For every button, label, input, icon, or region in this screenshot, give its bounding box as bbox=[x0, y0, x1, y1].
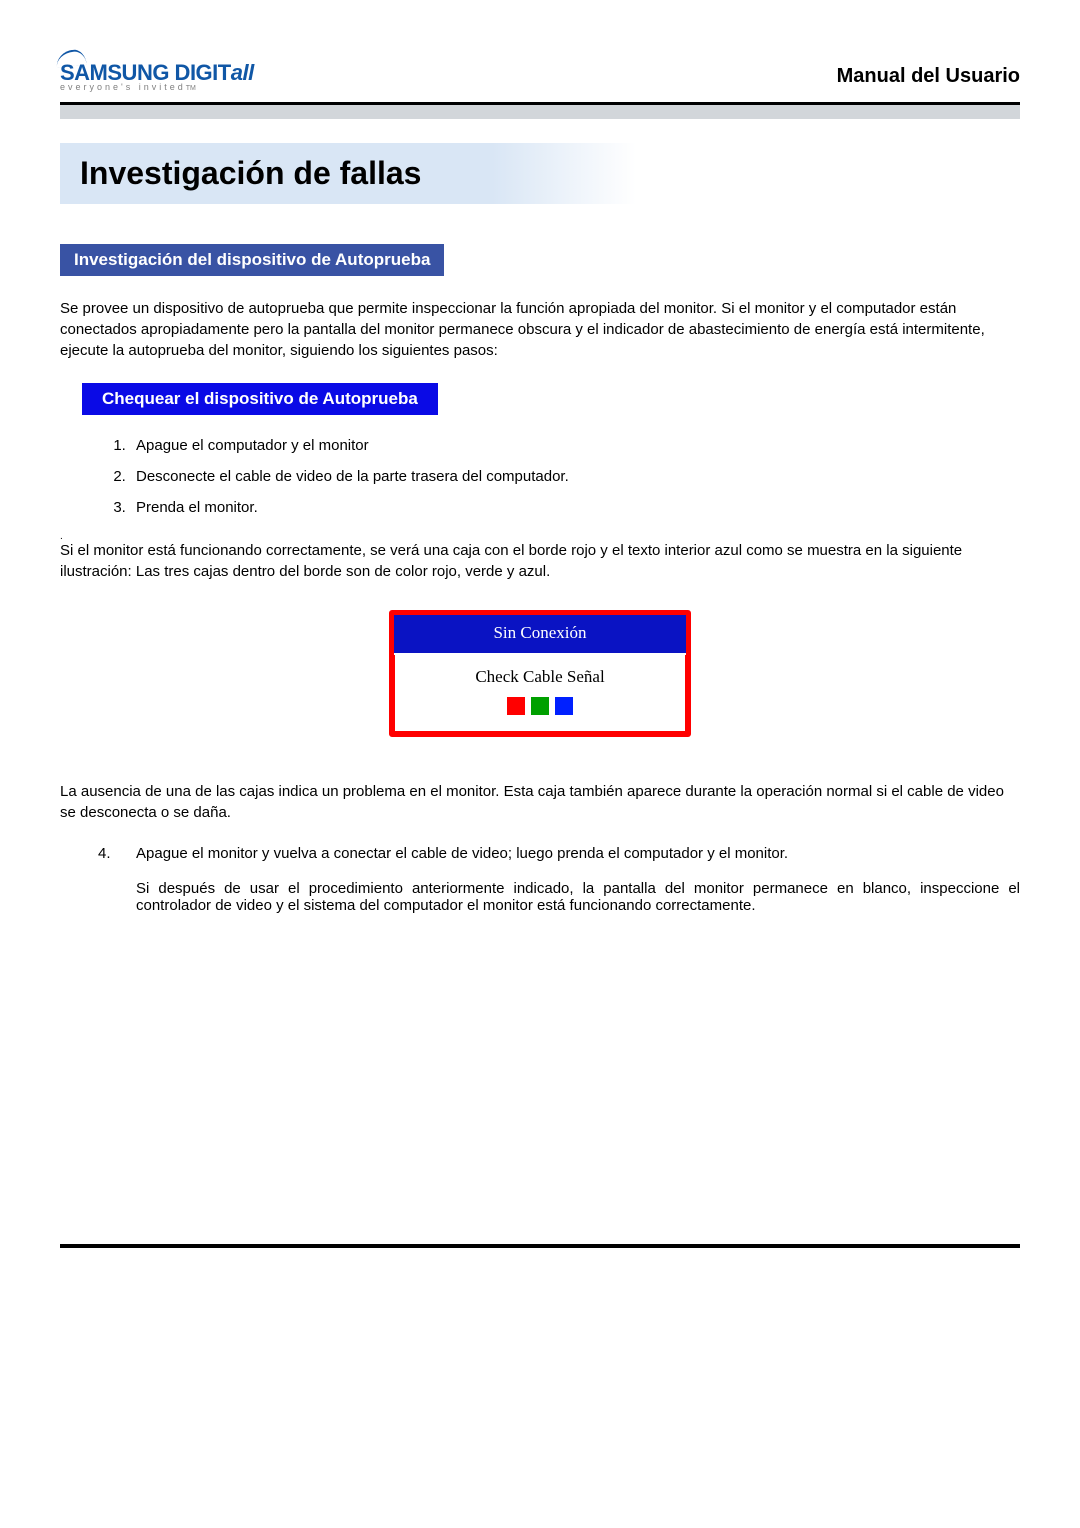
illustration-title: Sin Conexión bbox=[394, 615, 686, 655]
step-4-text: Apague el monitor y vuelva a conectar el… bbox=[136, 845, 788, 862]
page: SAMSUNG DIGITall everyone's invitedTM Ma… bbox=[0, 0, 1080, 1528]
step-4: Apague el monitor y vuelva a conectar el… bbox=[130, 845, 1020, 914]
steps-list: Apague el computador y el monitor Descon… bbox=[130, 437, 1020, 516]
rgb-boxes bbox=[395, 697, 685, 715]
brand-logo: SAMSUNG DIGITall everyone's invitedTM bbox=[60, 60, 254, 92]
no-connection-illustration: Sin Conexión Check Cable Señal bbox=[389, 610, 691, 737]
intro-paragraph: Se provee un dispositivo de autoprueba q… bbox=[60, 298, 1020, 361]
footer-divider-bar bbox=[60, 1244, 1020, 1248]
step-1: Apague el computador y el monitor bbox=[130, 437, 1020, 454]
header-divider-bar bbox=[60, 102, 1020, 119]
step-3: Prenda el monitor. bbox=[130, 499, 1020, 516]
tagline-tm: TM bbox=[186, 85, 196, 92]
green-box-icon bbox=[531, 697, 549, 715]
paragraph-after-illustration: La ausencia de una de las cajas indica u… bbox=[60, 781, 1020, 823]
manual-title: Manual del Usuario bbox=[837, 65, 1020, 92]
steps-list-continued: Apague el monitor y vuelva a conectar el… bbox=[130, 845, 1020, 914]
illustration-subtitle: Check Cable Señal bbox=[395, 655, 685, 697]
step-4-subparagraph: Si después de usar el procedimiento ante… bbox=[136, 880, 1020, 914]
red-box-icon bbox=[507, 697, 525, 715]
logo-swoosh-icon bbox=[55, 48, 87, 67]
page-header: SAMSUNG DIGITall everyone's invitedTM Ma… bbox=[60, 60, 1020, 92]
blue-box-icon bbox=[555, 697, 573, 715]
step-2: Desconecte el cable de video de la parte… bbox=[130, 468, 1020, 485]
page-title-block: Investigación de fallas bbox=[60, 143, 1020, 204]
section-heading-chequear: Chequear el dispositivo de Autoprueba bbox=[82, 383, 438, 415]
logo-brand-italic: all bbox=[231, 60, 254, 85]
section-heading-autoprueba: Investigación del dispositivo de Autopru… bbox=[60, 244, 444, 276]
paragraph-after-steps: Si el monitor está funcionando correctam… bbox=[60, 540, 1020, 582]
page-title: Investigación de fallas bbox=[80, 155, 1000, 192]
brand-logo-text: SAMSUNG DIGITall bbox=[60, 60, 254, 86]
